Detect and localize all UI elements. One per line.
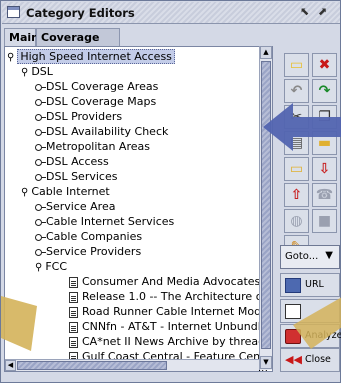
tree-item-label: DSL Availability Check — [46, 125, 169, 138]
category-editors-window: Category Editors ⬉ ⬈ Main Coverage Areas… — [0, 0, 341, 383]
tree-item-label: CA*net II News Archive by thread — [82, 335, 266, 348]
tree-item-label: Cable Internet — [31, 185, 110, 198]
tree-item-label: High Speed Internet Access — [17, 49, 175, 64]
tree-item[interactable]: Consumer And Media Advocates A — [69, 275, 271, 288]
tree-item-label: DSL Providers — [46, 110, 123, 123]
expand-key-icon[interactable]: ⚲ — [21, 67, 28, 78]
tree-item[interactable]: Cable Internet Services — [35, 215, 174, 228]
tree-item-label: Cable Companies — [46, 230, 143, 243]
category-tree[interactable]: ⚲ High Speed Internet Access ⚲ DSL DSL Cover… — [4, 46, 273, 372]
node-key-icon[interactable] — [35, 218, 46, 226]
title-bar: Category Editors ⬉ ⬈ — [2, 2, 340, 24]
close-icon: ◀◀ — [285, 353, 302, 366]
goto-label: Goto... — [285, 251, 319, 262]
tree-item-label: Cable Internet Services — [46, 215, 175, 228]
close-button-label: Close — [305, 354, 331, 365]
tree-item-label: Service Area — [46, 200, 116, 213]
node-key-icon[interactable] — [35, 158, 46, 166]
node-key-icon[interactable] — [35, 203, 46, 211]
tree-item[interactable]: DSL Availability Check — [35, 125, 168, 138]
delete-icon[interactable]: ✖ — [312, 53, 337, 77]
tree-item[interactable]: CA*net II News Archive by thread — [69, 335, 265, 348]
undo-icon[interactable]: ↶ — [284, 79, 309, 103]
minimize-icon[interactable]: ⬉ — [300, 5, 309, 18]
url-button-label: URL — [305, 279, 324, 290]
redo-icon[interactable]: ↷ — [312, 79, 337, 103]
pointer-arrow-overlay — [263, 103, 341, 151]
tree-item[interactable]: DSL Coverage Maps — [35, 95, 156, 108]
document-icon[interactable] — [69, 276, 78, 288]
phone-icon[interactable]: ☎ — [312, 183, 337, 207]
node-key-icon[interactable] — [35, 128, 46, 136]
tree-item[interactable]: Service Area — [35, 200, 115, 213]
tree-item[interactable]: Road Runner Cable Internet Mode — [69, 305, 268, 318]
left-highlight-overlay — [1, 296, 37, 351]
document-icon[interactable] — [69, 321, 78, 333]
tree-item[interactable]: Release 1.0 -- The Architecture of I — [69, 290, 273, 303]
tab-coverage-areas[interactable]: Coverage Areas — [36, 28, 120, 57]
goto-dropdown[interactable]: Goto... ▼ — [280, 245, 340, 269]
url-icon — [285, 278, 301, 293]
scroll-down-icon[interactable]: ▼ — [260, 356, 272, 369]
window-icon — [7, 6, 20, 18]
tree-item[interactable]: ⚲ FCC — [35, 260, 67, 273]
tree-item[interactable]: DSL Providers — [35, 110, 122, 123]
tree-item-label: DSL — [31, 65, 53, 78]
horizontal-scrollbar[interactable]: ◀ — [5, 359, 259, 371]
node-key-icon[interactable] — [35, 143, 46, 151]
tree-item[interactable]: Cable Companies — [35, 230, 142, 243]
vertical-scrollbar[interactable]: ▲ ▼ — [259, 46, 272, 370]
right-highlight-overlay — [293, 297, 341, 349]
node-key-icon[interactable] — [35, 113, 46, 121]
node-key-icon[interactable] — [35, 98, 46, 106]
tree-item-label: Release 1.0 -- The Architecture of I — [82, 290, 273, 303]
maximize-icon[interactable]: ⬈ — [318, 5, 327, 18]
scroll-left-icon[interactable]: ◀ — [5, 360, 16, 371]
document-icon[interactable] — [69, 291, 78, 303]
window-title: Category Editors — [26, 6, 135, 20]
horizontal-scroll-thumb[interactable] — [17, 361, 167, 370]
expand-key-icon[interactable]: ⚲ — [21, 187, 28, 198]
square-icon[interactable]: ■ — [312, 209, 337, 233]
tree-item-label: Service Providers — [46, 245, 142, 258]
tree-item-label: DSL Access — [46, 155, 109, 168]
tree-item[interactable]: ⚲ High Speed Internet Access — [7, 49, 175, 64]
node-key-icon[interactable] — [35, 83, 46, 91]
tree-item[interactable]: ⚲ DSL — [21, 65, 53, 78]
tree-item-label: DSL Coverage Areas — [46, 80, 159, 93]
tree-item-label: Road Runner Cable Internet Mode — [82, 305, 268, 318]
import-icon[interactable]: ⇩ — [312, 157, 337, 181]
tab-main[interactable]: Main — [4, 28, 39, 46]
scroll-up-icon[interactable]: ▲ — [260, 46, 272, 59]
tree-item-label: DSL Services — [46, 170, 118, 183]
document-icon[interactable] — [69, 336, 78, 348]
tree-item[interactable]: Service Providers — [35, 245, 141, 258]
chevron-down-icon: ▼ — [325, 250, 333, 261]
folder-icon[interactable]: ▭ — [284, 157, 309, 181]
tree-item-label: Consumer And Media Advocates A — [82, 275, 272, 288]
tree-item-label: FCC — [45, 260, 68, 273]
tree-item[interactable]: Metropolitan Areas — [35, 140, 150, 153]
url-button[interactable]: URL — [280, 273, 340, 297]
node-key-icon[interactable] — [35, 248, 46, 256]
new-folder-icon[interactable]: ▭ — [284, 53, 309, 77]
expand-key-icon[interactable]: ⚲ — [35, 262, 42, 273]
globe-icon[interactable]: ◍ — [284, 209, 309, 233]
tree-item[interactable]: DSL Access — [35, 155, 109, 168]
tree-item-label: CNNfn - AT&T - Internet Unbundlin — [82, 320, 271, 333]
tree-item[interactable]: CNNfn - AT&T - Internet Unbundlin — [69, 320, 271, 333]
tree-item-label: DSL Coverage Maps — [46, 95, 157, 108]
tree-item-label: Metropolitan Areas — [46, 140, 150, 153]
document-icon[interactable] — [69, 306, 78, 318]
node-key-icon[interactable] — [35, 173, 46, 181]
node-key-icon[interactable] — [35, 233, 46, 241]
tree-item[interactable]: ⚲ Cable Internet — [21, 185, 110, 198]
expand-key-icon[interactable]: ⚲ — [7, 52, 14, 63]
tree-item[interactable]: DSL Services — [35, 170, 117, 183]
close-button[interactable]: ◀◀ Close — [280, 348, 340, 372]
export-icon[interactable]: ⇧ — [284, 183, 309, 207]
tree-item[interactable]: DSL Coverage Areas — [35, 80, 158, 93]
